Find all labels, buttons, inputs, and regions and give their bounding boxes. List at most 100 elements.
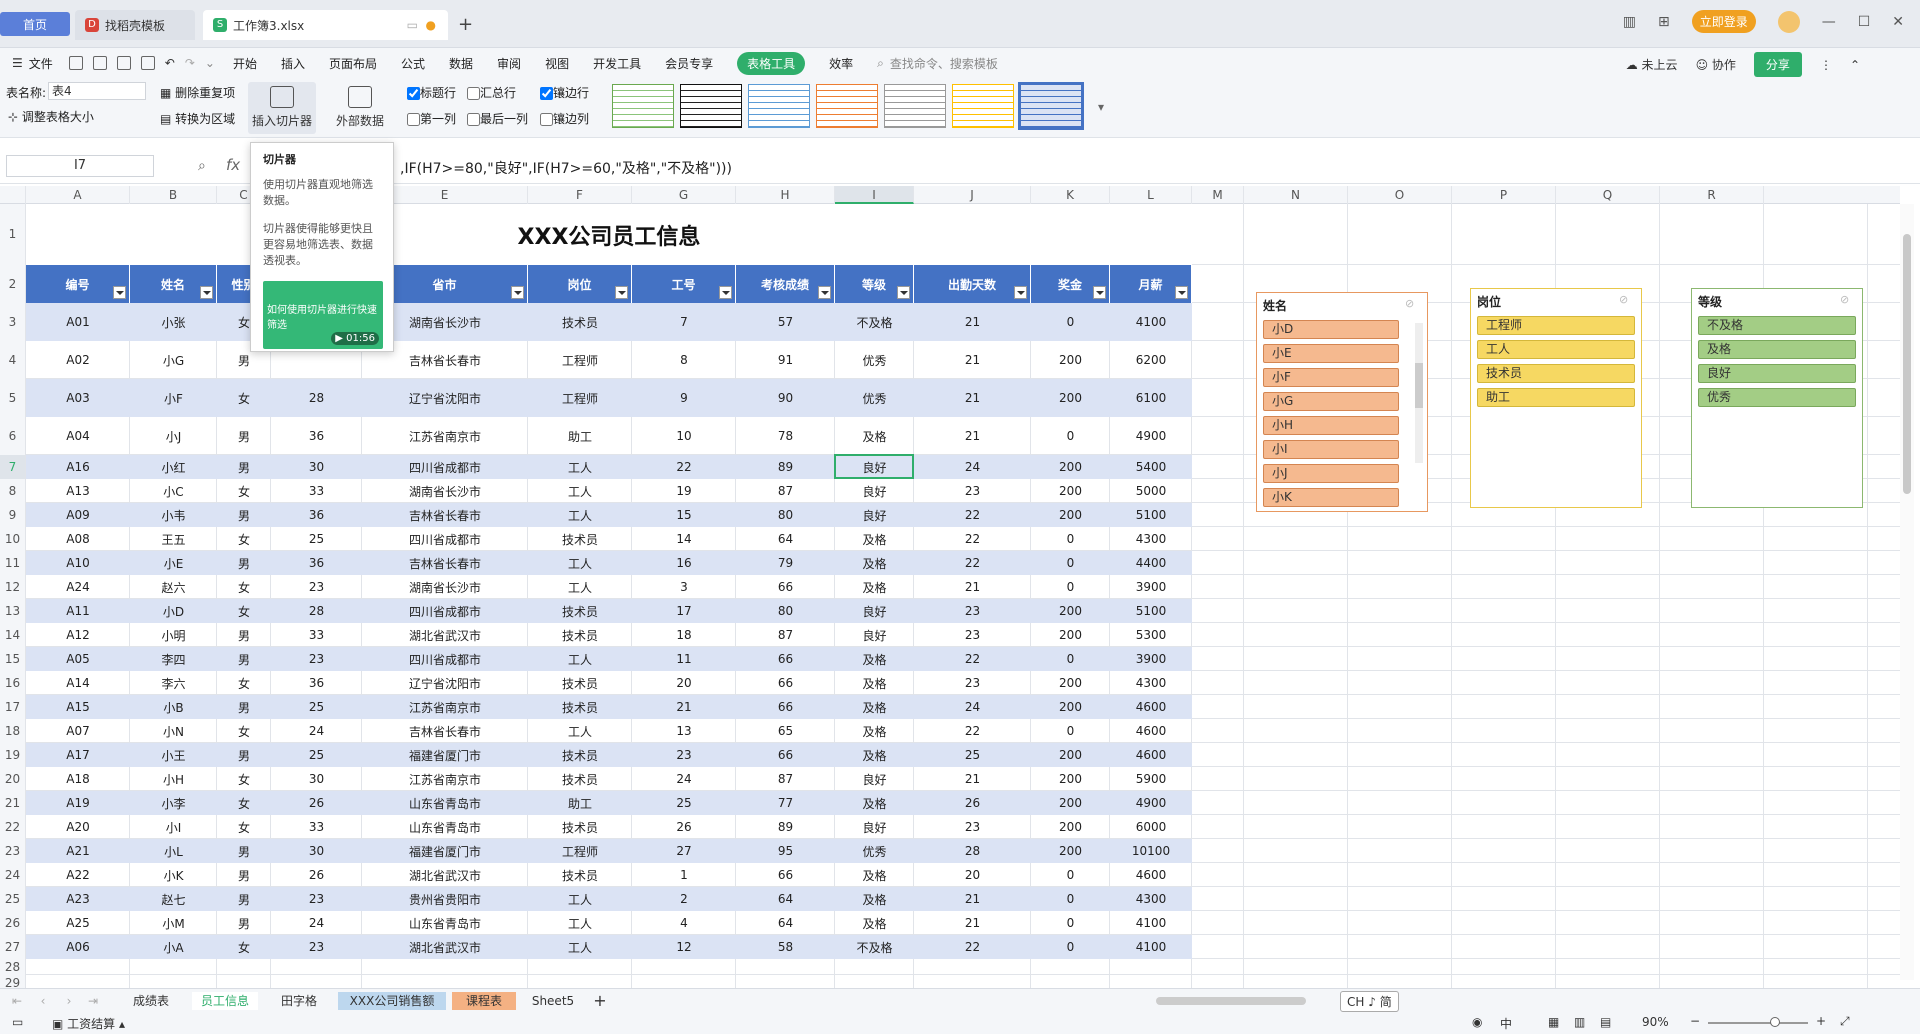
table-cell[interactable]: 66	[736, 647, 835, 671]
column-header[interactable]: F	[528, 186, 632, 204]
table-cell[interactable]: 工人	[528, 719, 632, 743]
table-cell[interactable]: 不及格	[835, 935, 914, 959]
table-cell[interactable]: 25	[271, 695, 362, 719]
slicer-item[interactable]: 小D	[1263, 320, 1399, 339]
table-cell[interactable]: A25	[26, 911, 130, 935]
table-cell[interactable]: 5900	[1110, 767, 1192, 791]
table-cell[interactable]: 200	[1031, 341, 1110, 379]
table-cell[interactable]: 福建省厦门市	[362, 743, 528, 767]
table-cell[interactable]: 四川省成都市	[362, 599, 528, 623]
sheet-tab-grid[interactable]: 田字格	[268, 992, 330, 1010]
zoom-out-icon[interactable]: −	[1690, 1014, 1700, 1028]
zoom-slider-handle[interactable]	[1770, 1017, 1780, 1027]
table-cell[interactable]: 工人	[528, 887, 632, 911]
table-cell[interactable]: 小C	[130, 479, 217, 503]
table-cell[interactable]: 男	[217, 911, 271, 935]
row-header[interactable]: 4	[0, 341, 26, 379]
column-header[interactable]: P	[1452, 186, 1556, 204]
table-cell[interactable]: 男	[217, 743, 271, 767]
table-cell[interactable]: 200	[1031, 767, 1110, 791]
table-cell[interactable]: 及格	[835, 575, 914, 599]
table-cell[interactable]: 79	[736, 551, 835, 575]
table-cell[interactable]: 工人	[528, 479, 632, 503]
table-cell[interactable]: 工人	[528, 455, 632, 479]
table-cell[interactable]: 65	[736, 719, 835, 743]
table-cell[interactable]: 辽宁省沈阳市	[362, 379, 528, 417]
table-cell[interactable]: 小张	[130, 303, 217, 341]
table-cell[interactable]: 0	[1031, 719, 1110, 743]
table-cell[interactable]: 女	[217, 791, 271, 815]
table-cell[interactable]: 小F	[130, 379, 217, 417]
table-cell[interactable]: 女	[217, 815, 271, 839]
slicer-item[interactable]: 小J	[1263, 464, 1399, 483]
table-cell[interactable]: 工程师	[528, 839, 632, 863]
table-cell[interactable]: 良好	[835, 623, 914, 647]
table-cell[interactable]: 4300	[1110, 527, 1192, 551]
table-cell[interactable]: 小D	[130, 599, 217, 623]
table-cell[interactable]: 小E	[130, 551, 217, 575]
table-cell[interactable]: 技术员	[528, 767, 632, 791]
filter-dropdown-icon[interactable]	[511, 286, 524, 299]
table-cell[interactable]: 87	[736, 767, 835, 791]
table-cell[interactable]: 21	[632, 695, 736, 719]
table-cell[interactable]: 小B	[130, 695, 217, 719]
table-cell[interactable]: 4900	[1110, 791, 1192, 815]
table-cell[interactable]: A05	[26, 647, 130, 671]
ime-indicator[interactable]: CH ♪ 简	[1340, 991, 1399, 1012]
table-cell[interactable]: 19	[632, 479, 736, 503]
table-cell[interactable]: A23	[26, 887, 130, 911]
table-cell[interactable]: 小李	[130, 791, 217, 815]
row-header[interactable]: 8	[0, 479, 26, 503]
table-cell[interactable]: 200	[1031, 599, 1110, 623]
table-cell[interactable]: 4100	[1110, 911, 1192, 935]
table-cell[interactable]: 0	[1031, 647, 1110, 671]
table-cell[interactable]: 1	[632, 863, 736, 887]
table-cell[interactable]: 23	[914, 599, 1031, 623]
table-cell[interactable]: A01	[26, 303, 130, 341]
table-header-cell[interactable]: 月薪	[1110, 265, 1192, 303]
table-cell[interactable]: 湖北省武汉市	[362, 623, 528, 647]
table-header-cell[interactable]: 等级	[835, 265, 914, 303]
table-cell[interactable]: 4300	[1110, 671, 1192, 695]
column-header[interactable]: L	[1110, 186, 1192, 204]
table-cell[interactable]: 26	[914, 791, 1031, 815]
table-header-cell[interactable]: 奖金	[1031, 265, 1110, 303]
table-cell[interactable]: 吉林省长春市	[362, 503, 528, 527]
table-cell[interactable]: 200	[1031, 671, 1110, 695]
row-header[interactable]: 12	[0, 575, 26, 599]
slicer-item[interactable]: 优秀	[1698, 388, 1856, 407]
table-cell[interactable]: 200	[1031, 791, 1110, 815]
table-cell[interactable]: 9	[632, 379, 736, 417]
slicer-scrollbar[interactable]	[1415, 323, 1423, 463]
table-cell[interactable]: 4600	[1110, 719, 1192, 743]
table-cell[interactable]: 17	[632, 599, 736, 623]
row-header[interactable]: 9	[0, 503, 26, 527]
vertical-scrollbar[interactable]	[1900, 204, 1914, 980]
table-cell[interactable]: 良好	[835, 479, 914, 503]
table-cell[interactable]: 5400	[1110, 455, 1192, 479]
column-header[interactable]: H	[736, 186, 835, 204]
slicer-name[interactable]: 姓名 ⊘ 小D 小E 小F 小G 小H 小I 小J 小K	[1256, 292, 1428, 512]
table-cell[interactable]: A10	[26, 551, 130, 575]
table-cell[interactable]: 四川省成都市	[362, 527, 528, 551]
table-cell[interactable]: A02	[26, 341, 130, 379]
table-cell[interactable]: 33	[271, 479, 362, 503]
table-cell[interactable]: 25	[271, 743, 362, 767]
table-cell[interactable]: 小H	[130, 767, 217, 791]
table-cell[interactable]: 89	[736, 455, 835, 479]
table-cell[interactable]: 23	[914, 479, 1031, 503]
table-cell[interactable]: 四川省成都市	[362, 455, 528, 479]
next-sheet-icon[interactable]: ›	[62, 992, 76, 1010]
row-header[interactable]: 22	[0, 815, 26, 839]
table-cell[interactable]: 200	[1031, 839, 1110, 863]
row-header[interactable]: 28	[0, 959, 26, 975]
select-all-corner[interactable]	[0, 186, 26, 204]
filter-dropdown-icon[interactable]	[1093, 286, 1106, 299]
table-cell[interactable]: 24	[271, 911, 362, 935]
table-cell[interactable]: 5100	[1110, 503, 1192, 527]
filter-dropdown-icon[interactable]	[113, 286, 126, 299]
table-cell[interactable]: 及格	[835, 791, 914, 815]
table-cell[interactable]: 福建省厦门市	[362, 839, 528, 863]
row-header[interactable]: 19	[0, 743, 26, 767]
table-cell[interactable]: 工人	[528, 503, 632, 527]
